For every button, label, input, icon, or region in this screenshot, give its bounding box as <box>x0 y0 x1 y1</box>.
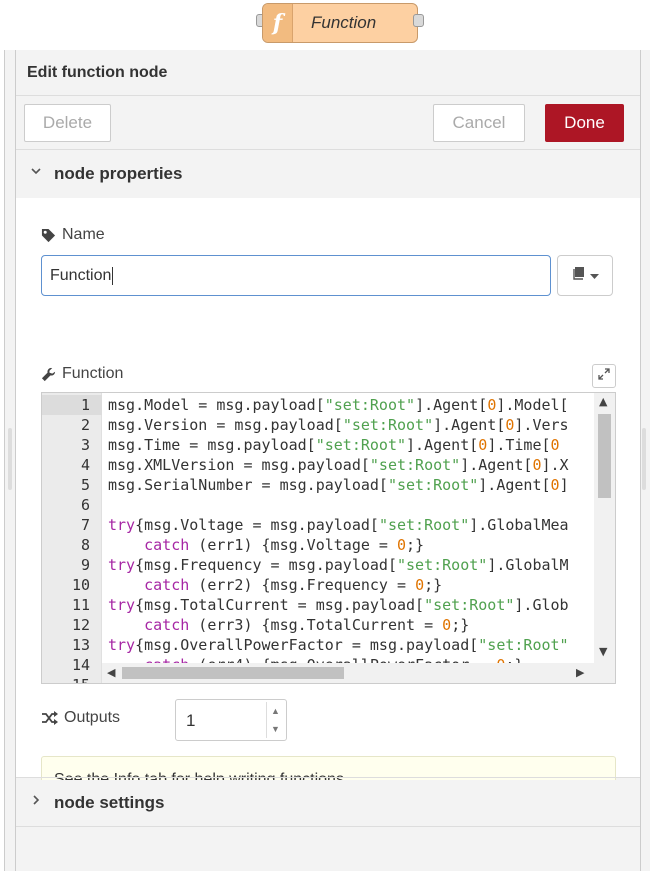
line-number: 5 <box>80 476 90 494</box>
node-properties-panel: Name Function Function 1 msg.Model = msg… <box>16 198 640 803</box>
code-line[interactable]: 9 try{msg.Frequency = msg.payload["set:Ro… <box>42 555 595 575</box>
outputs-label: Outputs <box>41 709 120 727</box>
line-number: 13 <box>71 636 90 654</box>
resize-handle-left[interactable] <box>8 428 12 490</box>
line-number: 4 <box>80 456 90 474</box>
section-node-properties[interactable]: node properties <box>16 151 640 197</box>
code-text: msg.Version = msg.payload["set:Root"].Ag… <box>108 416 569 434</box>
scroll-thumb[interactable] <box>122 667 344 679</box>
chevron-down-icon <box>30 165 44 179</box>
scroll-down-icon[interactable]: ▼ <box>599 645 607 658</box>
code-text: try{msg.Voltage = msg.payload["set:Root"… <box>108 516 569 534</box>
section-label: node settings <box>54 793 165 812</box>
cancel-button[interactable]: Cancel <box>433 104 525 142</box>
code-text: msg.SerialNumber = msg.payload["set:Root… <box>108 476 569 494</box>
code-lines: 1 msg.Model = msg.payload["set:Root"].Age… <box>42 395 595 683</box>
code-line[interactable]: 10 catch (err2) {msg.Frequency = 0;} <box>42 575 595 595</box>
done-button[interactable]: Done <box>545 104 624 142</box>
code-text: catch (err2) {msg.Frequency = 0;} <box>144 576 443 594</box>
line-number: 1 <box>42 395 102 415</box>
spinner-down-icon[interactable]: ▼ <box>267 720 284 738</box>
line-number: 14 <box>71 656 90 674</box>
divider <box>16 95 640 96</box>
code-line[interactable]: 12 catch (err3) {msg.TotalCurrent = 0;} <box>42 615 595 635</box>
scroll-up-icon[interactable]: ▲ <box>599 395 607 408</box>
spinner-up-icon[interactable]: ▲ <box>267 702 284 720</box>
code-line[interactable]: 1 msg.Model = msg.payload["set:Root"].Age… <box>42 395 595 415</box>
code-line[interactable]: 3 msg.Time = msg.payload["set:Root"].Agen… <box>42 435 595 455</box>
code-line[interactable]: 13 try{msg.OverallPowerFactor = msg.paylo… <box>42 635 595 655</box>
code-line[interactable]: 4 msg.XMLVersion = msg.payload["set:Root"… <box>42 455 595 475</box>
resize-handle-right[interactable] <box>642 428 646 490</box>
code-line[interactable]: 7 try{msg.Voltage = msg.payload["set:Root… <box>42 515 595 535</box>
scroll-thumb[interactable] <box>598 414 611 498</box>
name-input[interactable]: Function <box>41 255 551 296</box>
wrench-icon <box>41 367 56 382</box>
spinner-arrows[interactable]: ▲ ▼ <box>266 702 284 738</box>
divider <box>16 826 640 827</box>
divider <box>16 777 640 778</box>
code-text: catch (err1) {msg.Voltage = 0;} <box>144 536 425 554</box>
code-text: try{msg.TotalCurrent = msg.payload["set:… <box>108 596 569 614</box>
line-number: 11 <box>71 596 90 614</box>
vertical-scrollbar[interactable]: ▲ ▼ <box>594 393 615 665</box>
line-number: 3 <box>80 436 90 454</box>
library-button[interactable] <box>557 255 613 296</box>
node-output-port[interactable] <box>413 14 424 27</box>
divider <box>16 149 640 150</box>
code-text: catch (err3) {msg.TotalCurrent = 0;} <box>144 616 470 634</box>
chevron-right-icon <box>30 794 44 808</box>
code-text: msg.Model = msg.payload["set:Root"].Agen… <box>108 396 569 414</box>
line-number: 8 <box>80 536 90 554</box>
function-icon: f <box>263 4 293 42</box>
line-number: 10 <box>71 576 90 594</box>
tray-title: Edit function node <box>27 64 168 81</box>
line-number: 6 <box>80 496 90 514</box>
expand-editor-button[interactable] <box>592 364 616 388</box>
scroll-left-icon[interactable]: ◀ <box>107 666 115 679</box>
code-text: msg.XMLVersion = msg.payload["set:Root"]… <box>108 456 569 474</box>
code-text: msg.Time = msg.payload["set:Root"].Agent… <box>108 436 560 454</box>
shuffle-icon <box>41 711 58 725</box>
section-node-settings[interactable]: node settings <box>16 780 640 826</box>
outputs-spinner[interactable]: 1 ▲ ▼ <box>175 699 287 741</box>
code-line[interactable]: 2 msg.Version = msg.payload["set:Root"].A… <box>42 415 595 435</box>
line-number: 2 <box>80 416 90 434</box>
outputs-value: 1 <box>186 711 196 730</box>
code-line[interactable]: 8 catch (err1) {msg.Voltage = 0;} <box>42 535 595 555</box>
chevron-down-icon <box>589 267 599 285</box>
section-label: node properties <box>54 164 183 183</box>
node-label: Function <box>311 13 377 32</box>
function-label: Function <box>41 365 123 383</box>
edit-tray: Edit function node Delete Cancel Done no… <box>4 50 650 871</box>
line-number: 15 <box>42 675 102 683</box>
code-line[interactable]: 11 try{msg.TotalCurrent = msg.payload["se… <box>42 595 595 615</box>
code-editor[interactable]: 1 msg.Model = msg.payload["set:Root"].Age… <box>41 392 616 684</box>
horizontal-scrollbar[interactable]: ◀ ▶ <box>102 663 615 683</box>
code-text: try{msg.Frequency = msg.payload["set:Roo… <box>108 556 569 574</box>
expand-icon <box>598 367 610 385</box>
code-line[interactable]: 6 <box>42 495 595 515</box>
line-number: 7 <box>80 516 90 534</box>
tag-icon <box>41 228 56 243</box>
name-label: Name <box>41 226 105 244</box>
scroll-right-icon[interactable]: ▶ <box>576 666 584 679</box>
book-icon <box>572 266 586 285</box>
function-node[interactable]: f Function <box>262 3 418 43</box>
line-number: 12 <box>71 616 90 634</box>
line-number: 9 <box>80 556 90 574</box>
delete-button[interactable]: Delete <box>24 104 111 142</box>
code-text: try{msg.OverallPowerFactor = msg.payload… <box>108 636 569 654</box>
code-line[interactable]: 5 msg.SerialNumber = msg.payload["set:Roo… <box>42 475 595 495</box>
